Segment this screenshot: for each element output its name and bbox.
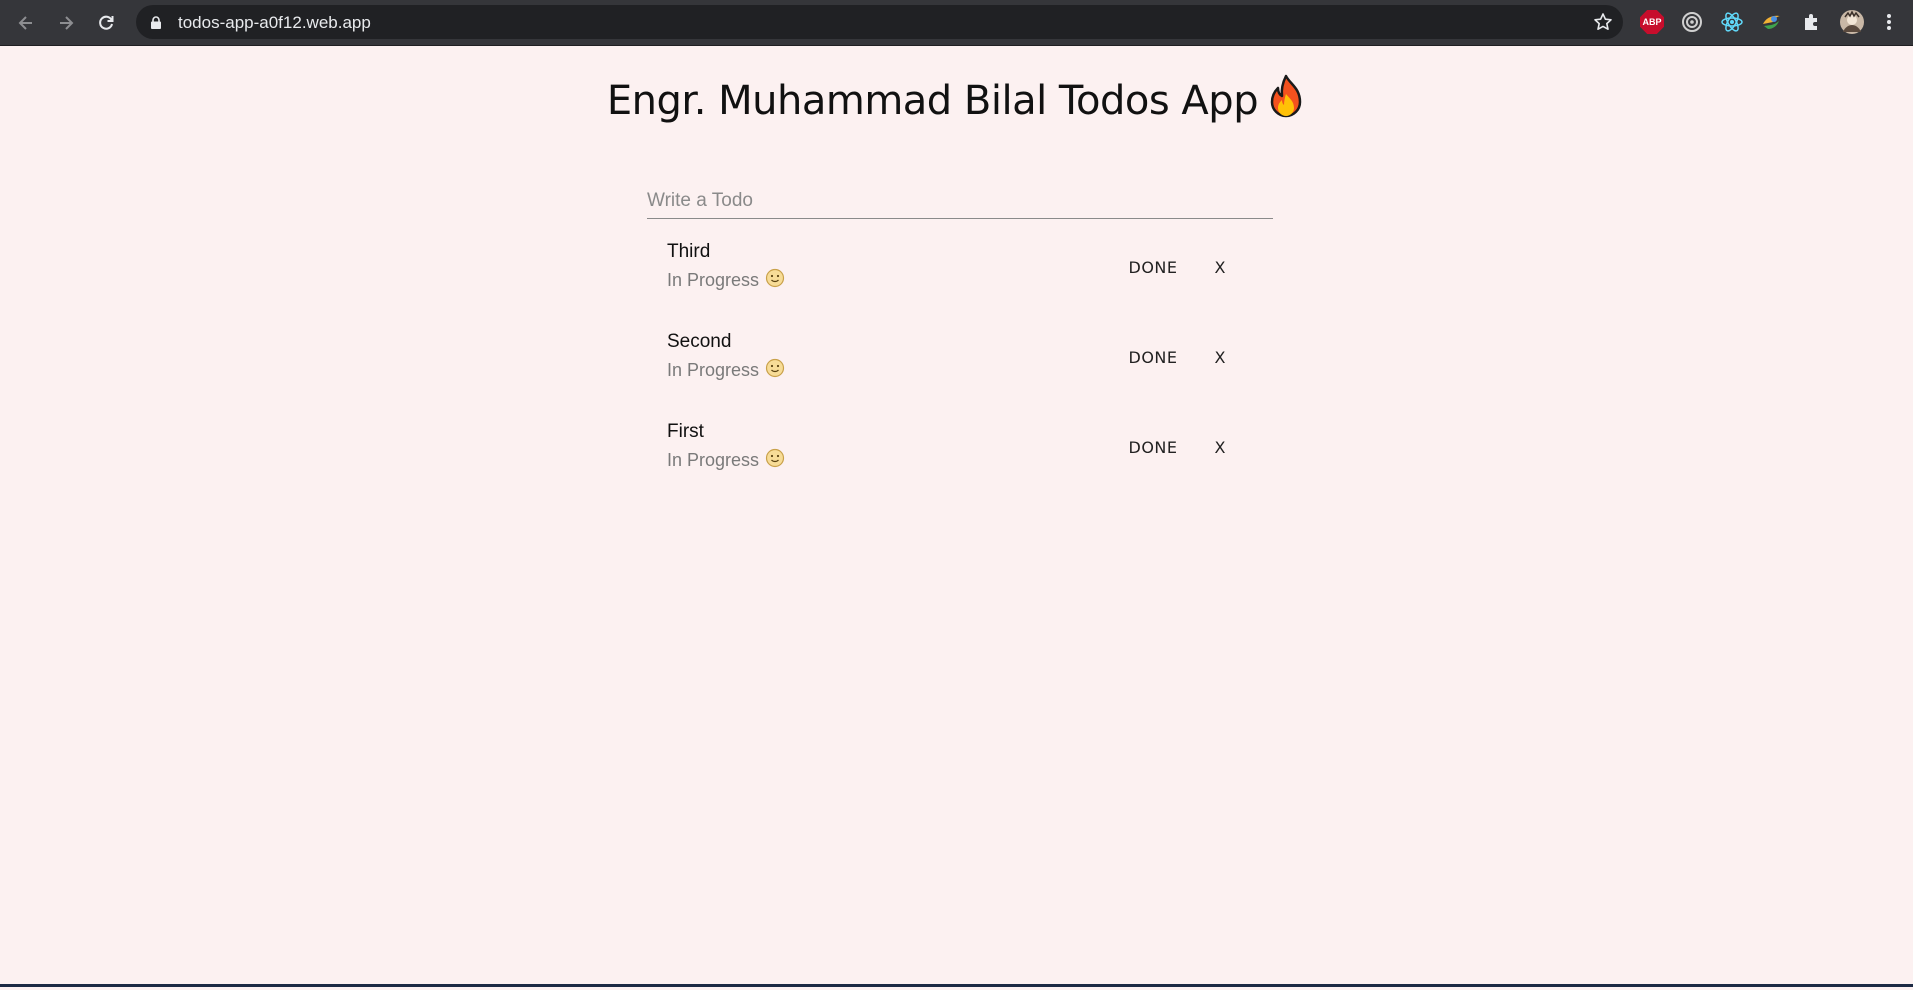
target-icon[interactable] bbox=[1679, 9, 1705, 35]
todo-item: Second In Progress DONE X bbox=[647, 316, 1273, 406]
todo-input[interactable] bbox=[647, 184, 1273, 219]
app-title-text: Engr. Muhammad Bilal Todos App bbox=[606, 78, 1259, 124]
done-button[interactable]: DONE bbox=[1115, 250, 1191, 284]
profile-avatar[interactable] bbox=[1839, 9, 1865, 35]
arrow-left-icon bbox=[18, 16, 32, 30]
forward-button[interactable] bbox=[52, 9, 80, 37]
page-bottom-border bbox=[0, 984, 1913, 987]
todo-status-label: In Progress bbox=[667, 450, 760, 470]
address-url: todos-app-a0f12.web.app bbox=[178, 13, 371, 32]
delete-button[interactable]: X bbox=[1205, 430, 1235, 464]
browser-toolbar: todos-app-a0f12.web.app ABP bbox=[0, 0, 1913, 46]
page-title: Engr. Muhammad Bilal Todos App bbox=[0, 74, 1913, 130]
done-button[interactable]: DONE bbox=[1115, 340, 1191, 374]
lock-icon bbox=[151, 16, 161, 29]
todo-text: First bbox=[667, 421, 704, 442]
reload-icon bbox=[99, 15, 114, 30]
delete-button[interactable]: X bbox=[1205, 340, 1235, 374]
fire-icon bbox=[1266, 74, 1306, 130]
bookmark-star-icon[interactable] bbox=[1593, 12, 1613, 32]
smiley-icon bbox=[765, 448, 785, 473]
smiley-icon bbox=[765, 358, 785, 383]
address-bar[interactable]: todos-app-a0f12.web.app bbox=[136, 5, 1623, 39]
todo-status: In Progress bbox=[667, 358, 785, 383]
smiley-icon bbox=[765, 268, 785, 293]
todo-text: Second bbox=[667, 331, 732, 352]
browser-menu-icon[interactable] bbox=[1879, 9, 1899, 35]
arrow-right-icon bbox=[60, 16, 74, 30]
todo-status-label: In Progress bbox=[667, 270, 760, 290]
delete-button[interactable]: X bbox=[1205, 250, 1235, 284]
todo-item: First In Progress DONE X bbox=[647, 406, 1273, 496]
react-devtools-icon[interactable] bbox=[1719, 9, 1745, 35]
puzzle-icon[interactable] bbox=[1799, 9, 1825, 35]
todo-text: Third bbox=[667, 241, 711, 262]
todo-item: Third In Progress DONE X bbox=[647, 226, 1273, 316]
reload-button[interactable] bbox=[92, 9, 120, 37]
back-button[interactable] bbox=[12, 9, 40, 37]
todos-page: Engr. Muhammad Bilal Todos App Third In … bbox=[0, 46, 1913, 987]
done-button[interactable]: DONE bbox=[1115, 430, 1191, 464]
todo-status: In Progress bbox=[667, 268, 785, 293]
colorful-extension-icon[interactable] bbox=[1759, 9, 1785, 35]
todo-status: In Progress bbox=[667, 448, 785, 473]
adblock-plus-icon[interactable]: ABP bbox=[1639, 9, 1665, 35]
todo-status-label: In Progress bbox=[667, 360, 760, 380]
todo-list: Third In Progress DONE X Second In Progr… bbox=[647, 226, 1273, 496]
